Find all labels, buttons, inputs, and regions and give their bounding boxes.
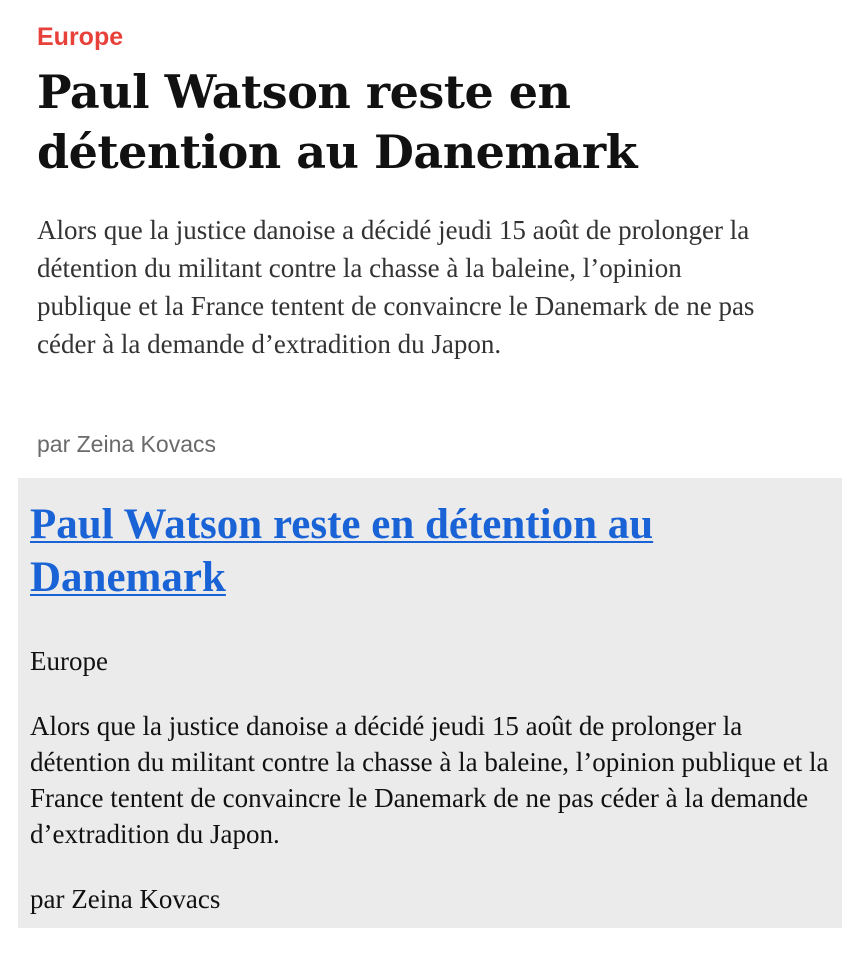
article-title[interactable]: Paul Watson reste en détention au Danema… <box>37 62 797 182</box>
article-byline: par Zeina Kovacs <box>37 431 216 457</box>
article-category[interactable]: Europe <box>37 22 123 52</box>
fallback-title: Paul Watson reste en détention au Danema… <box>30 498 810 604</box>
article-lede: Alors que la justice danoise a décidé je… <box>37 215 755 359</box>
fallback-title-link[interactable]: Paul Watson reste en détention au Danema… <box>30 501 653 601</box>
fallback-lede: Alors que la justice danoise a décidé je… <box>30 711 829 849</box>
unstyled-article-block: Paul Watson reste en détention au Danema… <box>18 478 842 928</box>
fallback-category: Europe <box>30 646 108 676</box>
fallback-byline: par Zeina Kovacs <box>30 884 221 914</box>
